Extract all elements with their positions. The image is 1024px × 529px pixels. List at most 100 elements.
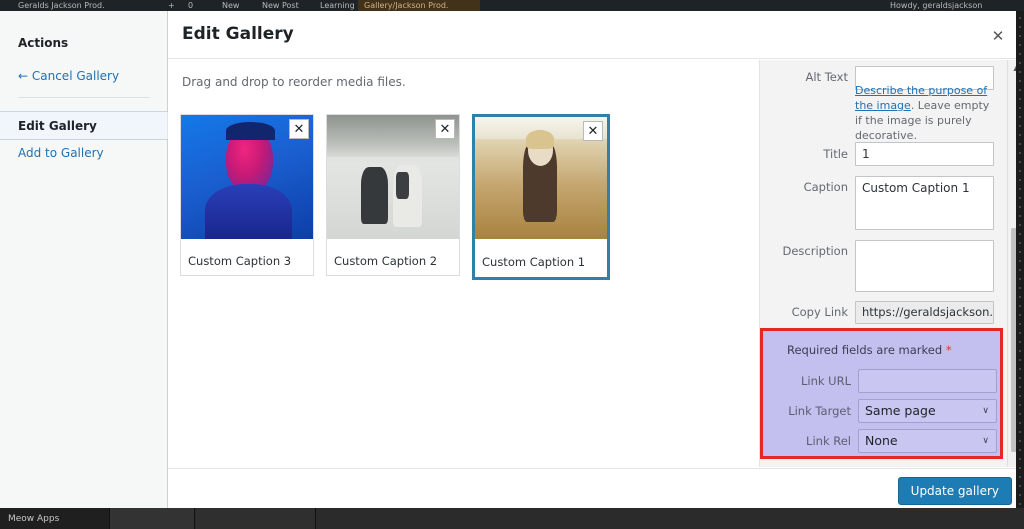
scrollbar-texture-dot	[1019, 458, 1021, 460]
wp-actions-sidebar: Actions ← Cancel Gallery Edit Gallery Ad…	[0, 11, 168, 508]
scrollbar-texture-dot	[1019, 341, 1021, 343]
sidebar-item-edit-gallery[interactable]: Edit Gallery	[0, 111, 168, 140]
remove-thumbnail-icon[interactable]: ✕	[289, 119, 309, 139]
link-rel-select[interactable]: None ∨	[858, 429, 997, 453]
admin-bar-item-2[interactable]: 0	[188, 0, 202, 11]
remove-thumbnail-icon[interactable]: ✕	[583, 121, 603, 141]
sidebar-heading: Actions	[18, 36, 69, 50]
taskbar-item-3[interactable]	[196, 508, 316, 529]
admin-bar-item-7[interactable]: Howdy, geraldsjackson	[890, 0, 1014, 11]
scrollbar-texture-dot	[1019, 80, 1021, 82]
gallery-thumbnail-list: ✕ Custom Caption 3 ✕ Custom Caption 2 ✕ Custo…	[180, 114, 610, 280]
scrollbar-texture-dot	[1019, 62, 1021, 64]
scrollbar-texture-dot	[1019, 251, 1021, 253]
photo-detail	[526, 130, 555, 149]
gallery-thumbnail-3[interactable]: ✕ Custom Caption 1	[472, 114, 610, 280]
chevron-down-icon: ∨	[982, 436, 989, 446]
scrollbar-texture-dot	[1019, 161, 1021, 163]
update-gallery-button[interactable]: Update gallery	[897, 477, 1012, 505]
scrollbar-texture-dot	[1019, 35, 1021, 37]
scrollbar-texture-dot	[1019, 134, 1021, 136]
thumbnail-caption: Custom Caption 2	[327, 248, 459, 275]
link-target-label: Link Target	[788, 404, 851, 418]
sidebar-item-label-edit-gallery: Edit Gallery	[18, 119, 97, 133]
scrollbar-texture-dot	[1019, 179, 1021, 181]
link-url-label: Link URL	[800, 374, 851, 388]
page-title: Edit Gallery	[182, 24, 294, 44]
scrollbar-texture-dot	[1019, 125, 1021, 127]
scrollbar-texture-dot	[1019, 44, 1021, 46]
alt-text-label: Alt Text	[805, 70, 849, 84]
wp-admin-bar: Geralds Jackson Prod. +0 New New Post Learni…	[0, 0, 1024, 11]
scrollbar-texture-dot	[1019, 233, 1021, 235]
scrollbar-texture-dot	[1019, 350, 1021, 352]
copy-link-label: Copy Link	[791, 305, 848, 319]
remove-thumbnail-icon[interactable]: ✕	[435, 119, 455, 139]
os-taskbar: Meow Apps	[0, 508, 1024, 529]
link-settings-highlight-box: Required fields are marked * Link URL Li…	[760, 328, 1003, 459]
link-url-field[interactable]	[858, 369, 997, 393]
scrollbar-texture-dot	[1019, 377, 1021, 379]
scrollbar-texture-dot	[1019, 107, 1021, 109]
scrollbar-texture-dot	[1019, 422, 1021, 424]
attachments-pane: Drag and drop to reorder media files. ✕ C…	[168, 60, 758, 467]
gallery-thumbnail-2[interactable]: ✕ Custom Caption 2	[326, 114, 460, 276]
required-fields-text: Required fields are marked	[787, 343, 946, 357]
scrollbar-texture-dot	[1019, 53, 1021, 55]
taskbar-item-2[interactable]	[110, 508, 195, 529]
scrollbar-texture-dot	[1019, 188, 1021, 190]
admin-bar-item-3[interactable]: New	[222, 0, 252, 11]
scrollbar-texture-dot	[1019, 449, 1021, 451]
scrollbar-texture-dot	[1019, 467, 1021, 469]
sidebar-item-add-to-gallery[interactable]: Add to Gallery	[18, 146, 104, 160]
copy-link-field[interactable]: https://geraldsjackson.cc	[855, 301, 994, 324]
scrollbar-texture-dot	[1019, 368, 1021, 370]
scrollbar-texture-dot	[1019, 242, 1021, 244]
scrollbar-texture-dot	[1019, 494, 1021, 496]
required-fields-note: Required fields are marked *	[787, 343, 952, 357]
required-asterisk: *	[945, 343, 952, 357]
caption-field[interactable]	[855, 176, 994, 230]
gallery-thumbnail-1[interactable]: ✕ Custom Caption 3	[180, 114, 314, 276]
photo-detail	[395, 172, 409, 200]
scrollbar-texture-dot	[1019, 485, 1021, 487]
scrollbar-texture-dot	[1019, 269, 1021, 271]
description-field[interactable]	[855, 240, 994, 292]
thumbnail-caption: Custom Caption 3	[181, 248, 313, 275]
taskbar-item-meow-apps[interactable]: Meow Apps	[0, 508, 110, 529]
admin-bar-item-1[interactable]: +	[168, 0, 182, 11]
photo-detail	[225, 122, 275, 140]
scrollbar-texture-dot	[1019, 17, 1021, 19]
scrollbar-texture-dot	[1019, 260, 1021, 262]
drag-reorder-hint: Drag and drop to reorder media files.	[182, 75, 406, 89]
scrollbar-texture-dot	[1019, 296, 1021, 298]
scrollbar-texture-dot	[1019, 314, 1021, 316]
close-icon[interactable]: ✕	[985, 23, 1011, 49]
scrollbar-texture-dot	[1019, 26, 1021, 28]
modal-footer: Update gallery	[168, 468, 1024, 508]
sidebar-item-cancel-gallery[interactable]: ← Cancel Gallery	[18, 69, 119, 83]
scrollbar-texture-dot	[1019, 287, 1021, 289]
title-field[interactable]	[855, 142, 994, 166]
scrollbar-texture-dot	[1019, 116, 1021, 118]
chevron-down-icon: ∨	[982, 406, 989, 416]
link-rel-label: Link Rel	[806, 434, 851, 448]
scrollbar-texture-dot	[1019, 71, 1021, 73]
scrollbar-texture-dot	[1019, 170, 1021, 172]
scrollbar-texture-dot	[1019, 305, 1021, 307]
link-target-select[interactable]: Same page ∨	[858, 399, 997, 423]
scrollbar-texture-dot	[1019, 224, 1021, 226]
admin-bar-item-4[interactable]: New Post	[262, 0, 312, 11]
photo-detail	[361, 167, 388, 225]
window-scrollbar[interactable]	[1016, 11, 1024, 508]
admin-bar-item-6[interactable]: Gallery/Jackson Prod.	[358, 0, 480, 11]
scrollbar-texture-dot	[1019, 152, 1021, 154]
scrollbar-texture-dot	[1019, 503, 1021, 505]
scrollbar-texture-dot	[1019, 278, 1021, 280]
admin-bar-item-0[interactable]: Geralds Jackson Prod.	[18, 0, 158, 11]
scrollbar-texture-dot	[1019, 395, 1021, 397]
caption-label: Caption	[803, 180, 848, 194]
scrollbar-texture-dot	[1019, 332, 1021, 334]
attachment-details-pane: Alt Text Describe the purpose of the ima…	[759, 60, 1007, 467]
scrollbar-texture-dot	[1019, 413, 1021, 415]
